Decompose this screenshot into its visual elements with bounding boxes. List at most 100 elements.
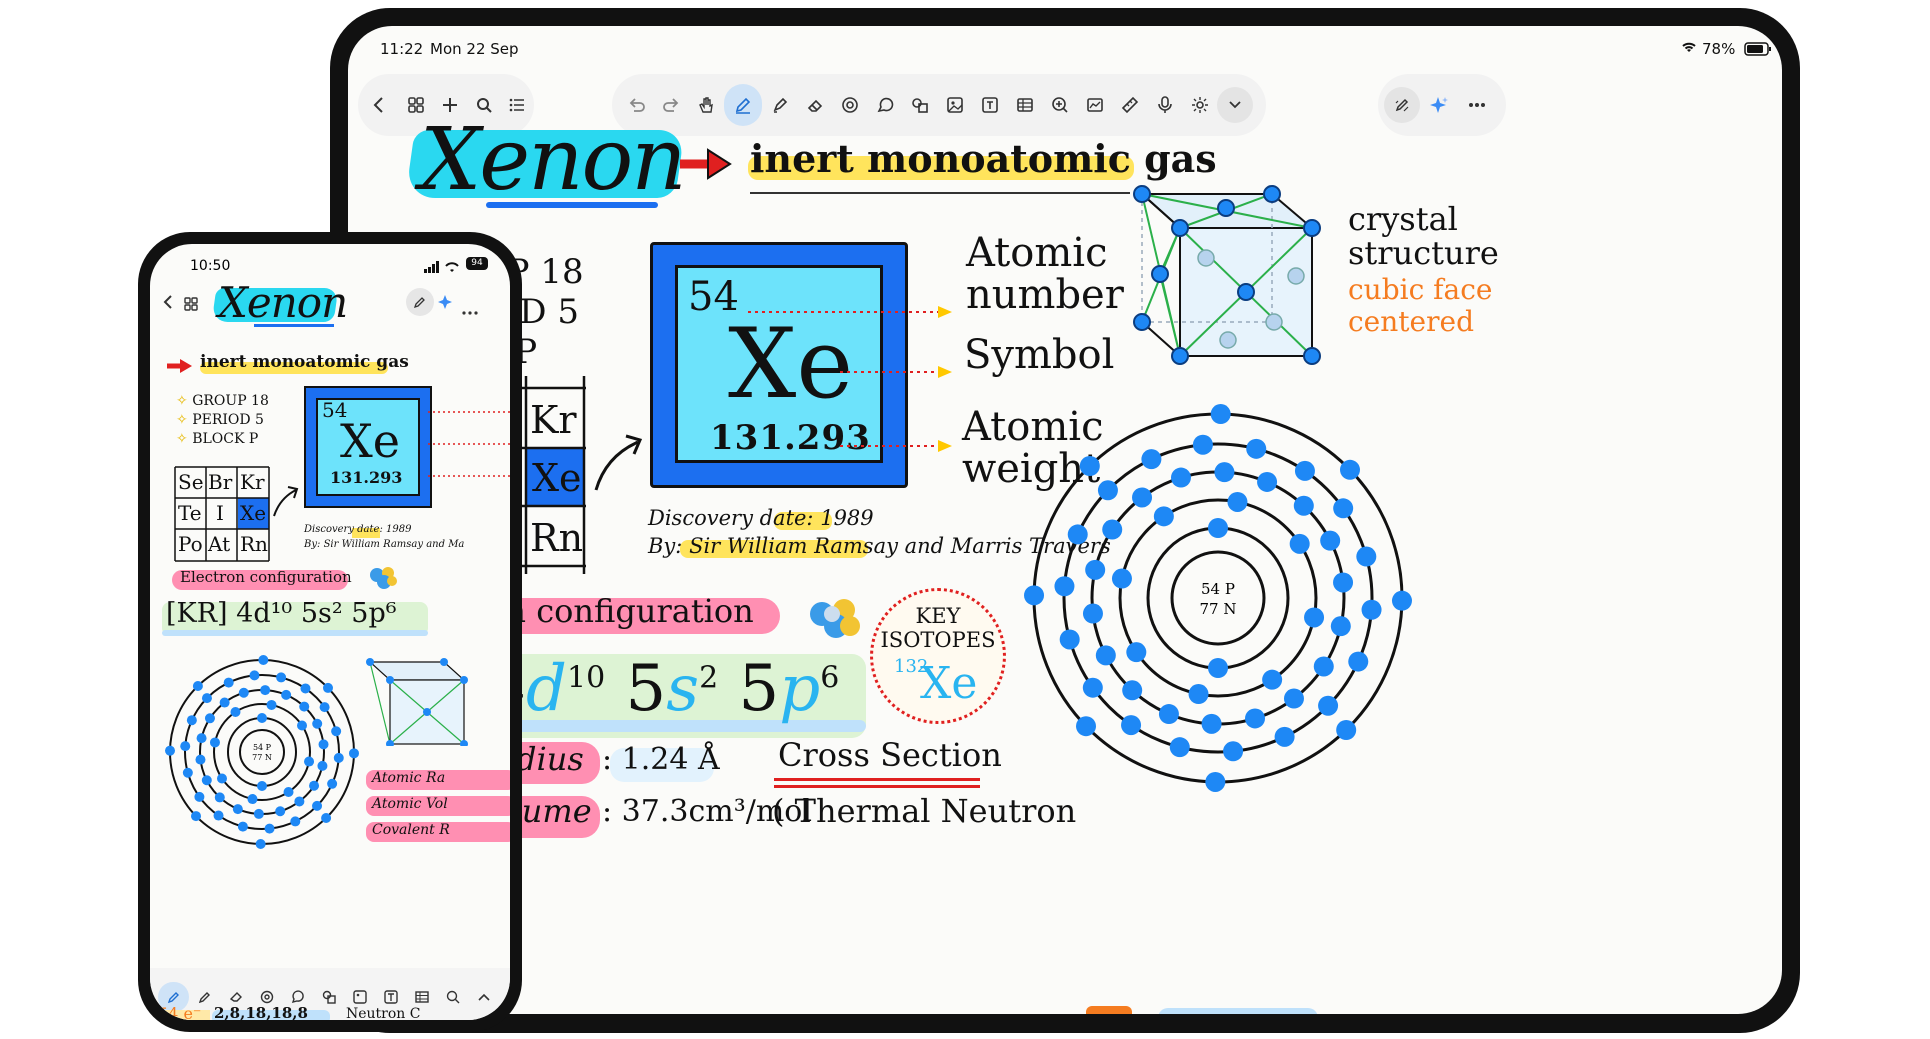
table-icon[interactable] [1007, 84, 1042, 126]
cell-se: Se [178, 470, 204, 494]
lasso-icon[interactable] [832, 84, 867, 126]
electron-dot [290, 816, 301, 827]
electron-dot [1348, 651, 1369, 672]
electron-dot [1257, 471, 1278, 492]
cell-po: Po [178, 532, 203, 556]
speech-bubble-icon[interactable] [867, 84, 902, 126]
electron-dot [232, 804, 243, 815]
atom-model-icon [370, 567, 397, 589]
highlighter-icon[interactable] [762, 84, 797, 126]
electron-dot [1122, 680, 1143, 701]
electron-dot [1318, 695, 1339, 716]
microphone-icon[interactable] [1147, 84, 1182, 126]
electron-dot [1188, 684, 1209, 705]
more-icon[interactable] [1458, 84, 1496, 126]
text-icon[interactable] [972, 84, 1007, 126]
electron-dot [194, 791, 205, 802]
electron-dot [327, 778, 338, 789]
electron-dot [1201, 713, 1222, 734]
phone-card-weight: 131.293 [330, 468, 403, 487]
phone-discovery-by: By: Sir William Ramsay and Ma [304, 539, 464, 550]
phone-config-underline [162, 630, 428, 636]
image-icon[interactable] [937, 84, 972, 126]
isotopes-title: KEY ISOTOPES [870, 604, 1006, 652]
tablet-device: 11:22 Mon 22 Sep 78% Xenon inert monoato… [330, 8, 1800, 1033]
electron-dot [186, 715, 197, 726]
more-icon[interactable] [462, 300, 478, 319]
phone-screen: 10:50 94 Xenon inert monoatomic gas ✧ GR… [150, 244, 510, 1020]
battery-icon [1744, 42, 1772, 60]
electron-dot [309, 780, 320, 791]
laser-icon[interactable] [1182, 84, 1217, 126]
electron-dot [1208, 658, 1228, 678]
radius-value: : 1.24 Å [602, 742, 720, 777]
electron-dot [249, 670, 260, 681]
nucleus-protons: 54 P [1201, 580, 1235, 598]
phone-date-label: Discovery date: [304, 524, 383, 535]
electron-dot [1336, 719, 1357, 740]
electron-dot [237, 821, 248, 832]
bullet-block: ✧ BLOCK P [176, 430, 269, 449]
back-icon[interactable] [162, 294, 174, 314]
chevron-up-icon[interactable] [468, 982, 499, 1012]
electron-dot [196, 733, 207, 744]
ai-pen-icon[interactable] [1384, 87, 1420, 123]
chevron-down-icon[interactable] [1217, 87, 1253, 123]
tablet-status-time: 11:22 [380, 40, 424, 58]
config-count-b: 2 [699, 660, 719, 696]
electron-dot [258, 655, 269, 666]
electron-dot [201, 775, 212, 786]
bullet-group-text: GROUP 18 [192, 393, 269, 409]
electron-dot [299, 701, 310, 712]
isotope-symbol: Xe [920, 658, 978, 709]
electron-dot [312, 800, 323, 811]
electron-dot [1082, 603, 1103, 624]
config-orbital-b: s [666, 652, 700, 726]
ai-pen-icon[interactable] [406, 288, 434, 316]
electron-dot [204, 713, 215, 724]
cross-section-label: Cross Section [778, 736, 1002, 774]
sparkle-icon[interactable] [438, 294, 454, 314]
electron-dot [1391, 590, 1412, 611]
electron-dot [1132, 487, 1153, 508]
electron-dot [238, 687, 249, 698]
cell-kr: Kr [240, 470, 265, 494]
electron-dot [331, 726, 342, 737]
chart-icon[interactable] [1077, 84, 1112, 126]
phone-nucleus-neutrons: 77 N [252, 753, 272, 762]
config-shell-c: 5 [738, 652, 780, 726]
zoom-icon[interactable] [437, 982, 468, 1012]
grid-icon[interactable] [184, 296, 198, 315]
electron-dot [1304, 607, 1325, 628]
note-title: Xenon [420, 110, 687, 210]
bullet-group: ✧ GROUP 18 [176, 392, 269, 411]
electron-dot [214, 792, 225, 803]
electron-dot [300, 683, 311, 694]
cell-kr: Kr [530, 398, 577, 442]
electron-dot [223, 677, 234, 688]
zoom-icon[interactable] [1042, 84, 1077, 126]
back-icon[interactable] [358, 84, 400, 126]
electron-dot [1076, 716, 1097, 737]
bottom-orange-fragment [1086, 1006, 1132, 1014]
phone-bohr-electrons [165, 655, 359, 849]
hand-icon[interactable] [688, 84, 724, 126]
electron-dot [1356, 546, 1377, 567]
sparkle-icon[interactable] [1420, 84, 1458, 126]
tablet-right-toolbar [1378, 74, 1506, 136]
electron-dot [1121, 715, 1142, 736]
shapes-icon[interactable] [313, 982, 344, 1012]
phone-note-subtitle: inert monoatomic gas [200, 352, 409, 372]
electron-dot [1289, 533, 1310, 554]
tablet-battery-percent: 78% [1702, 40, 1736, 58]
bullet-period: ✧ PERIOD 5 [176, 411, 269, 430]
eraser-icon[interactable] [797, 84, 832, 126]
ruler-icon[interactable] [1112, 84, 1147, 126]
pen-icon[interactable] [724, 84, 762, 126]
bullet-block-text: BLOCK P [192, 431, 259, 447]
phone-device: 10:50 94 Xenon inert monoatomic gas ✧ GR… [138, 232, 522, 1032]
cell-xe: Xe [240, 501, 267, 525]
shapes-icon[interactable] [902, 84, 937, 126]
electron-dot [283, 787, 294, 798]
red-arrow-icon [680, 148, 732, 180]
